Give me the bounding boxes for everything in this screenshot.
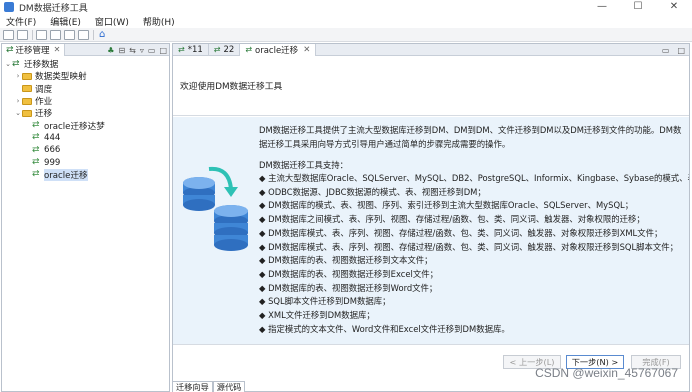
menu-help[interactable]: 帮助(H): [143, 15, 175, 28]
migration-job-icon: ⇄: [32, 169, 40, 180]
minimize-button[interactable]: —: [584, 0, 620, 14]
tab-migration-manager[interactable]: ⇄ 迁移管理 ✕: [2, 43, 66, 56]
minimize-panel-icon[interactable]: ▭: [662, 46, 670, 55]
migration-icon: ⇄: [6, 44, 14, 55]
feature-item: ◆ DM数据库的模式、表、视图、序列、索引迁移到主流大型数据库Oracle、SQ…: [259, 200, 634, 211]
feature-item: ◆ ODBC数据源、JDBC数据源的模式、表、视图迁移到DM；: [259, 186, 486, 197]
tab-22[interactable]: ⇄ 22: [209, 43, 241, 56]
migration-manager-panel: ⇄ 迁移管理 ✕ ♣ ⊟ ⇆ ▿ ▭ □ ⌄ ⇄ 迁移数据 › 数据类型映射 调…: [1, 43, 170, 392]
chevron-right-icon[interactable]: ›: [14, 72, 22, 80]
close-window-button[interactable]: ✕: [656, 0, 692, 14]
maximize-button[interactable]: ☐: [620, 0, 656, 14]
delete-icon[interactable]: [78, 29, 89, 40]
tree-item-type-mapping[interactable]: › 数据类型映射: [2, 70, 169, 82]
migration-job-icon: ⇄: [32, 120, 40, 131]
wizard-content: DM数据迁移工具提供了主流大型数据库迁移到DM、DM到DM、文件迁移到DM以及D…: [259, 117, 689, 345]
migration-job-icon: ⇄: [213, 45, 221, 54]
toolbar: ⌂: [0, 28, 692, 42]
tree-item-job[interactable]: ⇄ 666: [2, 144, 169, 156]
feature-item: ◆ DM数据库模式、表、序列、视图、存储过程/函数、包、类、同义词、触发器、对象…: [259, 227, 663, 238]
window-controls: — ☐ ✕: [584, 0, 692, 14]
maximize-panel-icon[interactable]: □: [159, 46, 167, 55]
close-icon[interactable]: ✕: [303, 45, 310, 55]
tab-label: 迁移管理: [15, 45, 50, 56]
tree-item-jobs[interactable]: › 作业: [2, 95, 169, 107]
copy-icon[interactable]: [50, 29, 61, 40]
collapse-icon[interactable]: ⊟: [118, 46, 125, 55]
migration-tree: ⌄ ⇄ 迁移数据 › 数据类型映射 调度 › 作业 ⌄ 迁移 ⇄ oracle迁…: [2, 56, 169, 181]
panel-tools: ♣ ⊟ ⇆ ▿ ▭ □: [103, 44, 167, 56]
close-icon[interactable]: ✕: [54, 45, 61, 54]
menu-edit[interactable]: 编辑(E): [50, 15, 81, 28]
menu-bar: 文件(F) 编辑(E) 窗口(W) 帮助(H): [0, 14, 692, 28]
chevron-down-icon[interactable]: ⌄: [14, 109, 22, 117]
title-bar: DM数据迁移工具 — ☐ ✕: [0, 0, 692, 14]
feature-item: ◆ 指定模式的文本文件、Word文件和Excel文件迁移到DM数据库。: [259, 323, 510, 334]
tree-item-migrations[interactable]: ⌄ 迁移: [2, 107, 169, 119]
migration-job-icon: ⇄: [32, 157, 40, 168]
app-icon: [4, 2, 14, 12]
wizard-header: 欢迎使用DM数据迁移工具: [173, 56, 689, 116]
watermark: CSDN @weixin_45767067: [535, 366, 678, 380]
maximize-panel-icon[interactable]: □: [677, 46, 685, 55]
migration-job-icon: ⇄: [245, 45, 253, 54]
tree-item-job[interactable]: ⇄ 999: [2, 156, 169, 168]
home-icon[interactable]: ⌂: [99, 29, 105, 40]
folder-icon: [22, 109, 32, 117]
minimize-panel-icon[interactable]: ▭: [148, 46, 156, 55]
feature-item: ◆ SQL脚本文件迁移到DM数据库；: [259, 296, 391, 307]
migration-job-icon: ⇄: [32, 132, 40, 143]
wizard-body: DM数据迁移工具提供了主流大型数据库迁移到DM、DM到DM、文件迁移到DM以及D…: [173, 117, 689, 345]
view-menu-icon[interactable]: ▿: [140, 46, 144, 55]
bottom-tabs: 迁移向导 源代码: [172, 381, 246, 392]
migration-job-icon: ⇄: [32, 144, 40, 155]
feature-item: ◆ XML文件迁移到DM数据库；: [259, 310, 375, 321]
tree-item-schedule[interactable]: 调度: [2, 83, 169, 95]
toolbar-separator: [93, 29, 94, 40]
tab-oracle-migration[interactable]: ⇄ oracle迁移 ✕: [240, 43, 317, 56]
editor-tools: ▭ □: [654, 44, 685, 56]
feature-item: ◆ 主流大型数据库Oracle、SQLServer、MySQL、DB2、Post…: [259, 173, 689, 183]
paste-icon[interactable]: [64, 29, 75, 40]
tree-item-root[interactable]: ⌄ ⇄ 迁移数据: [2, 58, 169, 70]
folder-icon: [22, 72, 32, 80]
support-heading: DM数据迁移工具支持：: [259, 160, 349, 170]
cut-icon[interactable]: [36, 29, 47, 40]
toolbar-separator: [32, 29, 33, 40]
migration-data-icon: ⇄: [12, 58, 20, 69]
feature-item: ◆ DM数据库模式、表、序列、视图、存储过程/函数、包、类、同义词、触发器、对象…: [259, 241, 679, 252]
sync-icon[interactable]: ⇆: [129, 46, 136, 55]
feature-item: ◆ DM数据库的表、视图数据迁移到Word文件；: [259, 282, 438, 293]
intro-text: DM数据迁移工具提供了主流大型数据库迁移到DM、DM到DM、文件迁移到DM以及D…: [259, 125, 682, 149]
tree-item-job[interactable]: ⇄ 444: [2, 132, 169, 144]
editor-tabs: ⇄ *11 ⇄ 22 ⇄ oracle迁移 ✕ ▭ □: [173, 43, 689, 56]
folder-icon: [22, 85, 32, 93]
tab-11[interactable]: ⇄ *11: [173, 43, 209, 56]
menu-file[interactable]: 文件(F): [6, 15, 36, 28]
tab-migration-wizard[interactable]: 迁移向导: [172, 381, 213, 392]
folder-icon: [22, 97, 32, 105]
database-migration-illustration: [183, 166, 248, 251]
window-title: DM数据迁移工具: [19, 3, 88, 14]
editor-area: ⇄ *11 ⇄ 22 ⇄ oracle迁移 ✕ ▭ □ 欢迎使用DM数据迁移工具: [172, 43, 690, 392]
new-project-icon[interactable]: ♣: [107, 46, 114, 55]
save-icon[interactable]: [17, 29, 28, 40]
tab-source-code[interactable]: 源代码: [212, 381, 246, 392]
feature-item: ◆ DM数据库之间模式、表、序列、视图、存储过程/函数、包、类、同义词、触发器、…: [259, 214, 645, 225]
chevron-right-icon[interactable]: ›: [14, 97, 22, 105]
new-icon[interactable]: [3, 29, 14, 40]
migration-job-icon: ⇄: [178, 45, 185, 54]
chevron-down-icon[interactable]: ⌄: [4, 60, 12, 68]
tree-item-job-selected[interactable]: ⇄ oracle迁移: [2, 168, 169, 181]
menu-window[interactable]: 窗口(W): [95, 15, 129, 28]
wizard-title: 欢迎使用DM数据迁移工具: [180, 82, 283, 92]
panel-header: ⇄ 迁移管理 ✕ ♣ ⊟ ⇆ ▿ ▭ □: [2, 43, 169, 56]
feature-item: ◆ DM数据库的表、视图数据迁移到Excel文件；: [259, 268, 438, 279]
tree-item-job[interactable]: ⇄ oracle迁移达梦: [2, 119, 169, 132]
feature-item: ◆ DM数据库的表、视图数据迁移到文本文件；: [259, 255, 433, 266]
